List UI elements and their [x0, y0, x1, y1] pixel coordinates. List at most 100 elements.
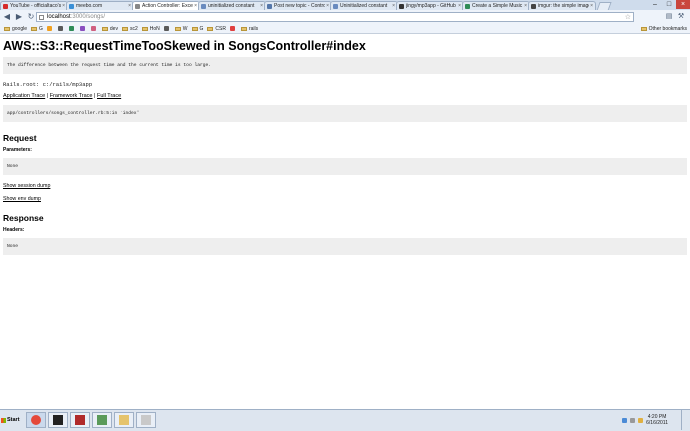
bookmark-item[interactable]: G: [191, 25, 204, 32]
headers-box: None: [3, 238, 687, 255]
bookmark-label: G: [199, 25, 204, 32]
bookmark-label: HoN: [149, 25, 160, 32]
tab-close-icon[interactable]: ×: [326, 3, 329, 9]
volume-icon[interactable]: [630, 417, 636, 423]
network-icon[interactable]: [622, 417, 628, 423]
tab-close-icon[interactable]: ×: [458, 3, 461, 9]
trace-separator: |: [46, 93, 49, 99]
system-tray: 4:20 PM 6/16/2011: [622, 410, 690, 430]
show-env-dump-link[interactable]: Show env dump: [3, 196, 687, 202]
trace-links: Application Trace | Framework Trace | Fu…: [3, 93, 687, 99]
full-trace-link[interactable]: Full Trace: [97, 93, 121, 99]
show-desktop-button[interactable]: [681, 410, 690, 430]
page-icon: [39, 15, 44, 20]
browser-tab[interactable]: Uninitialized constant ×: [330, 1, 398, 10]
application-trace-link[interactable]: Application Trace: [3, 93, 45, 99]
start-button[interactable]: Start: [1, 413, 23, 427]
favicon-icon: [531, 3, 536, 9]
page-menu-icon[interactable]: ▤: [664, 12, 674, 22]
page-content: AWS::S3::RequestTimeTooSkewed in SongsCo…: [3, 34, 687, 255]
taskbar-app-button[interactable]: [70, 412, 90, 428]
headers-label: Headers:: [3, 227, 25, 233]
folder-icon: [191, 26, 198, 31]
bookmark-favicon-icon: [57, 26, 63, 31]
address-host: localhost: [47, 14, 71, 20]
bookmark-item[interactable]: [229, 26, 237, 31]
bookmark-item[interactable]: W: [174, 26, 188, 32]
clock[interactable]: 4:20 PM 6/16/2011: [646, 414, 668, 426]
bookmark-item[interactable]: [79, 26, 87, 31]
back-icon[interactable]: ◀: [2, 12, 12, 22]
bookmark-item[interactable]: [163, 26, 171, 31]
tab-label: Create a Simple Music St: [472, 3, 524, 9]
browser-tab[interactable]: imgur: the simple image ×: [528, 1, 596, 10]
paint-icon: [141, 415, 151, 425]
taskbar-app-button[interactable]: [136, 412, 156, 428]
taskbar-app-button[interactable]: [92, 412, 112, 428]
tab-label: Post new topic - Control: [274, 3, 326, 9]
star-icon[interactable]: ☆: [625, 13, 631, 22]
minimize-icon[interactable]: –: [648, 0, 662, 9]
tab-close-icon[interactable]: ×: [524, 3, 527, 9]
bookmark-item[interactable]: google: [4, 26, 27, 32]
bookmark-item[interactable]: dev: [101, 25, 118, 32]
taskbar-app-button[interactable]: [26, 412, 46, 428]
tab-label: meebo.com: [76, 3, 103, 9]
tab-close-icon[interactable]: ×: [260, 3, 263, 9]
bookmark-label: G: [39, 25, 43, 32]
framework-trace-link[interactable]: Framework Trace: [50, 93, 93, 99]
browser-tab[interactable]: jingy/mp3app - GitHub ×: [396, 1, 464, 10]
favicon-icon: [465, 3, 470, 9]
favicon-icon: [201, 3, 206, 9]
parameters-value: None: [7, 164, 19, 169]
ruby-icon: [75, 415, 85, 425]
clock-date: 6/16/2011: [646, 420, 668, 426]
bookmark-item[interactable]: [68, 26, 76, 31]
new-tab-button[interactable]: [596, 2, 612, 10]
other-bookmarks[interactable]: Other bookmarks: [640, 24, 687, 33]
browser-tab[interactable]: Post new topic - Control ×: [264, 1, 332, 10]
bookmark-label: dev: [109, 25, 118, 32]
maximize-icon[interactable]: □: [662, 0, 676, 9]
bookmark-label: rails: [248, 25, 259, 32]
tab-strip: YouTube - officialtaco's × meebo.com × Actio…: [0, 0, 690, 10]
address-bar[interactable]: localhost:3000/songs/ ☆: [36, 12, 634, 22]
tab-close-icon[interactable]: ×: [62, 3, 65, 9]
other-bookmarks-label: Other bookmarks: [648, 25, 687, 32]
browser-tab[interactable]: YouTube - officialtaco's ×: [0, 1, 68, 10]
tab-close-icon[interactable]: ×: [590, 3, 593, 9]
error-message: The difference between the request time …: [7, 63, 211, 68]
wrench-icon[interactable]: ⚒: [676, 12, 686, 22]
bookmark-item[interactable]: [46, 26, 54, 31]
request-heading: Request: [3, 133, 37, 143]
window-controls: – □ ×: [648, 0, 690, 9]
browser-tab[interactable]: Action Controller: Except ×: [132, 1, 200, 10]
bookmark-item[interactable]: [57, 26, 65, 31]
bookmark-item[interactable]: sc2: [121, 26, 138, 32]
bookmark-favicon-icon: [46, 26, 52, 31]
close-window-icon[interactable]: ×: [676, 0, 690, 9]
reload-icon[interactable]: ↻: [26, 12, 36, 22]
browser-tab[interactable]: uninitialized constant ×: [198, 1, 266, 10]
bookmark-item[interactable]: CSR: [207, 26, 226, 32]
favicon-icon: [135, 3, 140, 9]
tab-close-icon[interactable]: ×: [194, 3, 197, 9]
bookmark-item[interactable]: HoN: [141, 25, 160, 32]
folder-icon: [174, 26, 181, 31]
page-title: AWS::S3::RequestTimeTooSkewed in SongsCo…: [3, 39, 366, 53]
show-session-dump-link[interactable]: Show session dump: [3, 183, 687, 189]
address-path: :3000/songs/: [70, 14, 106, 20]
bookmark-item[interactable]: G: [31, 26, 43, 32]
bookmark-item[interactable]: rails: [240, 25, 259, 32]
tab-close-icon[interactable]: ×: [128, 3, 131, 9]
taskbar-app-button[interactable]: [48, 412, 68, 428]
forward-icon[interactable]: ▶: [14, 12, 24, 22]
taskbar-app-button[interactable]: [114, 412, 134, 428]
bookmark-item[interactable]: [90, 26, 98, 31]
tab-close-icon[interactable]: ×: [392, 3, 395, 9]
browser-tab[interactable]: meebo.com ×: [66, 1, 134, 10]
browser-tab[interactable]: Create a Simple Music St ×: [462, 1, 530, 10]
flag-icon[interactable]: [638, 417, 644, 423]
folder-icon: [101, 26, 108, 31]
trace-box: app/controllers/songs_controller.rb:5:in…: [3, 105, 687, 122]
